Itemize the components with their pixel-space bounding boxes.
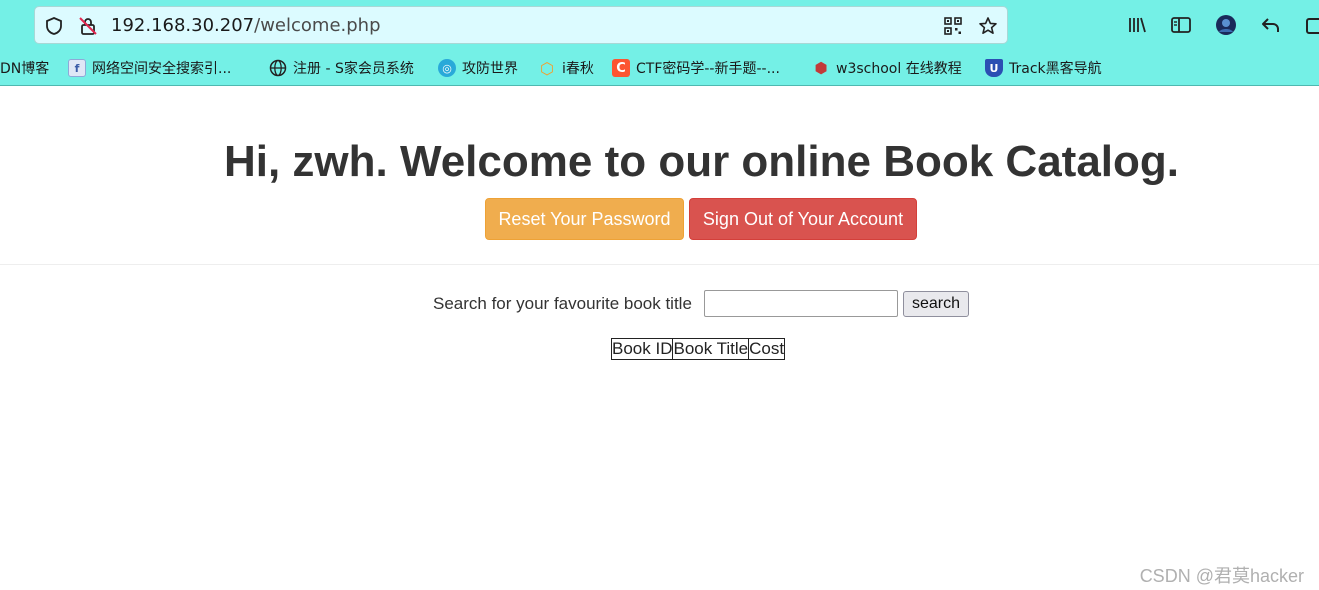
watermark: CSDN @君莫hacker <box>1139 566 1304 586</box>
bookmark-label: DN博客 <box>0 61 50 77</box>
reset-password-button[interactable]: Reset Your Password <box>485 198 684 240</box>
ichunqiu-icon: ⬡ <box>540 58 554 78</box>
column-header-book-title: Book Title <box>672 338 750 360</box>
bookmark-ichunqiu[interactable]: ⬡ i春秋 <box>538 58 594 78</box>
username: zwh <box>292 137 376 186</box>
sign-out-button[interactable]: Sign Out of Your Account <box>689 198 917 240</box>
profile-icon[interactable] <box>1215 14 1237 36</box>
greeting-prefix: Hi, <box>223 137 293 186</box>
track-icon: U <box>985 59 1003 77</box>
column-header-book-id: Book ID <box>610 338 674 360</box>
table-header-row: Book ID Book Title Cost <box>610 338 786 360</box>
w3school-icon: ⬢ <box>814 59 828 77</box>
bookmark-label: CTF密码学--新手题--... <box>636 61 780 77</box>
bookmark-csdn[interactable]: DN博客 <box>0 58 49 78</box>
url-host: 192.168.30.207 <box>111 15 255 36</box>
bookmark-label: 注册 - S家会员系统 <box>293 61 414 77</box>
page-title: Hi, zwh. Welcome to our online Book Cata… <box>0 136 1319 188</box>
bookmark-register[interactable]: 注册 - S家会员系统 <box>269 58 414 78</box>
shield-icon[interactable] <box>44 16 64 36</box>
library-icon[interactable] <box>1126 14 1148 36</box>
bookmark-ctf-crypto[interactable]: C CTF密码学--新手题--... <box>612 58 780 78</box>
search-input[interactable] <box>704 290 898 317</box>
extension-icon[interactable] <box>1304 14 1319 36</box>
book-table: Book ID Book Title Cost <box>610 338 786 360</box>
bookmark-fofa[interactable]: f 网络空间安全搜索引... <box>68 58 231 78</box>
bookmark-adworld[interactable]: ◎ 攻防世界 <box>438 58 518 78</box>
bookmark-label: w3school 在线教程 <box>836 61 962 77</box>
bookmark-w3school[interactable]: ⬢ w3school 在线教程 <box>812 58 962 78</box>
globe-icon <box>269 59 287 77</box>
url-path: /welcome.php <box>254 15 381 36</box>
url-text[interactable]: 192.168.30.207/welcome.php <box>111 15 381 37</box>
divider <box>0 264 1319 265</box>
adworld-icon: ◎ <box>438 59 456 77</box>
bookmark-label: Track黑客导航 <box>1009 61 1102 77</box>
lock-strikethrough-icon[interactable] <box>78 16 98 36</box>
star-icon[interactable] <box>978 16 998 36</box>
page-content: Hi, zwh. Welcome to our online Book Cata… <box>0 86 1319 590</box>
browser-chrome: 192.168.30.207/welcome.php DN博客 f 网络空间安全… <box>0 0 1319 86</box>
column-header-cost: Cost <box>748 338 786 360</box>
bookmark-label: 攻防世界 <box>462 61 518 77</box>
bookmarks-toolbar: DN博客 f 网络空间安全搜索引... 注册 - S家会员系统 ◎ 攻防世界 ⬡… <box>0 52 1319 84</box>
back-icon[interactable] <box>1260 14 1282 36</box>
navigation-toolbar: 192.168.30.207/welcome.php <box>0 0 1319 50</box>
search-button[interactable]: search <box>903 291 969 317</box>
address-bar[interactable]: 192.168.30.207/welcome.php <box>34 6 1008 44</box>
bookmark-label: 网络空间安全搜索引... <box>92 61 232 77</box>
csdn-c-icon: C <box>612 59 630 77</box>
search-label: Search for your favourite book title <box>433 294 692 313</box>
sidebar-icon[interactable] <box>1170 14 1192 36</box>
greeting-suffix: . Welcome to our online Book Catalog. <box>375 137 1180 186</box>
fofa-icon: f <box>68 59 86 77</box>
qr-code-icon[interactable] <box>943 16 963 36</box>
bookmark-label: i春秋 <box>562 61 594 77</box>
bookmark-track[interactable]: U Track黑客导航 <box>985 58 1102 78</box>
